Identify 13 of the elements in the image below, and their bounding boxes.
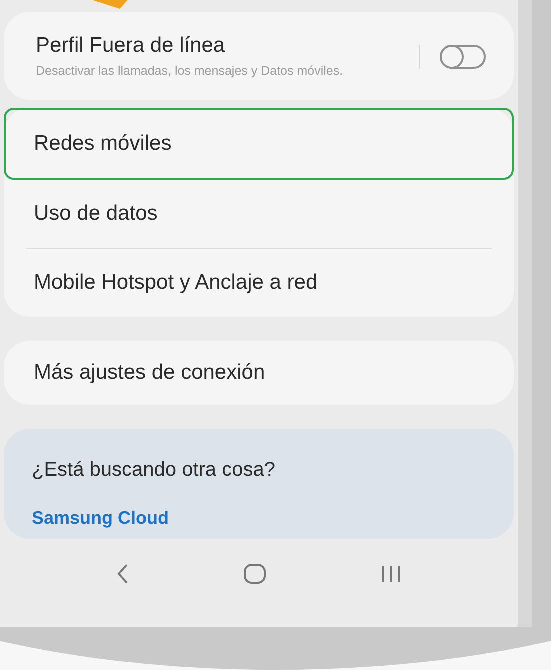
offline-mode-description: Desactivar las llamadas, los mensajes y Datos móviles. — [36, 64, 344, 80]
offline-mode-switch[interactable] — [440, 44, 486, 69]
settings-item[interactable]: Más ajustes de conexión — [4, 340, 514, 405]
settings-item[interactable]: Redes móviles — [4, 108, 514, 180]
offline-mode-title: Perfil Fuera de línea — [36, 34, 226, 58]
home-icon — [242, 562, 267, 585]
back-icon — [116, 562, 130, 585]
settings-item[interactable]: Mobile Hotspot y Anclaje a red — [4, 248, 514, 317]
suggestions-title: ¿Está buscando otra cosa? — [31, 458, 276, 482]
settings-item[interactable]: Uso de datos — [4, 180, 514, 248]
suggestion-link[interactable]: Samsung Cloud — [4, 482, 514, 529]
pointer-arrow-icon — [92, 0, 128, 9]
recent-apps-icon — [380, 564, 402, 584]
